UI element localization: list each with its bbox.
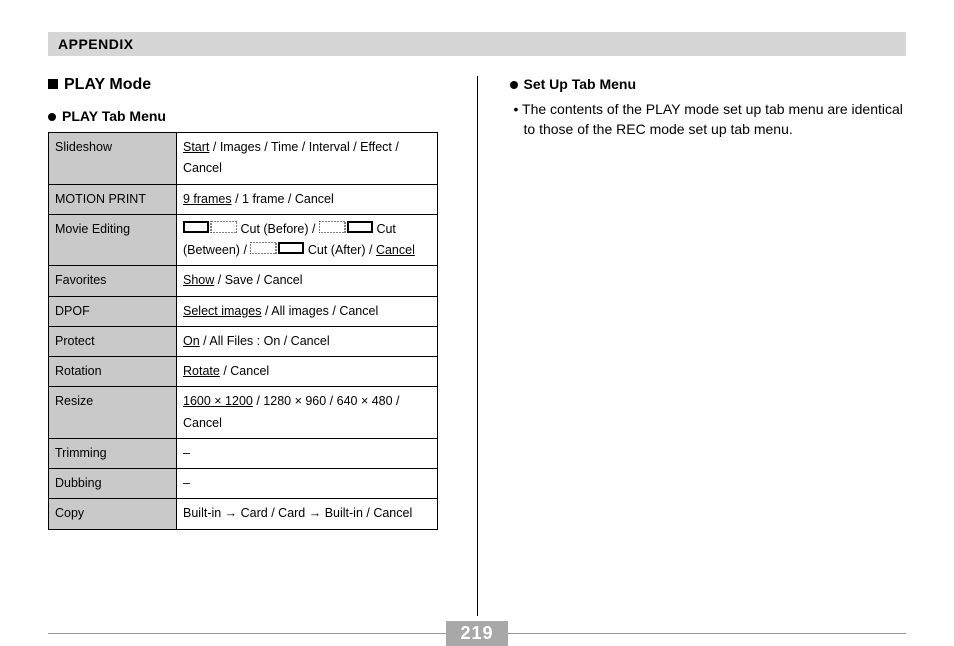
row-value: Cut (Before) / Cut (Between) / Cut (Afte… bbox=[177, 214, 438, 266]
row-value: Select images / All images / Cancel bbox=[177, 296, 438, 326]
setup-note: • The contents of the PLAY mode set up t… bbox=[510, 100, 907, 139]
table-row: Protect On / All Files : On / Cancel bbox=[49, 326, 438, 356]
bullet-icon bbox=[48, 113, 56, 121]
table-row: DPOF Select images / All images / Cancel bbox=[49, 296, 438, 326]
film-strip-icon bbox=[319, 219, 373, 240]
square-icon bbox=[48, 79, 58, 89]
table-row: Slideshow Start / Images / Time / Interv… bbox=[49, 133, 438, 185]
row-label: Favorites bbox=[49, 266, 177, 296]
row-label: Rotation bbox=[49, 357, 177, 387]
film-strip-icon bbox=[250, 240, 304, 261]
row-value: – bbox=[177, 438, 438, 468]
page-number: 219 bbox=[446, 621, 507, 646]
row-label: Copy bbox=[49, 499, 177, 529]
table-row: Resize 1600 × 1200 / 1280 × 960 / 640 × … bbox=[49, 387, 438, 439]
left-column: PLAY Mode PLAY Tab Menu Slideshow Start … bbox=[48, 76, 445, 616]
table-row: Copy Built-in → Card / Card → Built-in /… bbox=[49, 499, 438, 529]
film-strip-icon bbox=[183, 219, 237, 240]
page-footer: 219 bbox=[48, 621, 906, 646]
table-row: Favorites Show / Save / Cancel bbox=[49, 266, 438, 296]
play-tab-menu-table: Slideshow Start / Images / Time / Interv… bbox=[48, 132, 438, 530]
row-value: 9 frames / 1 frame / Cancel bbox=[177, 184, 438, 214]
row-label: Resize bbox=[49, 387, 177, 439]
setup-tab-menu-title: Set Up Tab Menu bbox=[510, 76, 907, 92]
table-row: Movie Editing Cut (Before) / Cut (Betwee… bbox=[49, 214, 438, 266]
table-row: MOTION PRINT 9 frames / 1 frame / Cancel bbox=[49, 184, 438, 214]
play-mode-title: PLAY Mode bbox=[48, 76, 445, 94]
row-label: MOTION PRINT bbox=[49, 184, 177, 214]
row-label: DPOF bbox=[49, 296, 177, 326]
row-value: 1600 × 1200 / 1280 × 960 / 640 × 480 / C… bbox=[177, 387, 438, 439]
row-value: Show / Save / Cancel bbox=[177, 266, 438, 296]
row-value: Built-in → Card / Card → Built-in / Canc… bbox=[177, 499, 438, 529]
right-column: Set Up Tab Menu • The contents of the PL… bbox=[510, 76, 907, 616]
table-row: Rotation Rotate / Cancel bbox=[49, 357, 438, 387]
row-label: Slideshow bbox=[49, 133, 177, 185]
row-label: Dubbing bbox=[49, 469, 177, 499]
column-divider bbox=[477, 76, 478, 616]
bullet-icon bbox=[510, 81, 518, 89]
row-label: Protect bbox=[49, 326, 177, 356]
row-label: Trimming bbox=[49, 438, 177, 468]
row-value: On / All Files : On / Cancel bbox=[177, 326, 438, 356]
row-value: Rotate / Cancel bbox=[177, 357, 438, 387]
row-label: Movie Editing bbox=[49, 214, 177, 266]
row-value: Start / Images / Time / Interval / Effec… bbox=[177, 133, 438, 185]
appendix-header: APPENDIX bbox=[48, 32, 906, 56]
table-row: Trimming – bbox=[49, 438, 438, 468]
table-row: Dubbing – bbox=[49, 469, 438, 499]
play-tab-menu-title: PLAY Tab Menu bbox=[48, 108, 445, 124]
row-value: – bbox=[177, 469, 438, 499]
